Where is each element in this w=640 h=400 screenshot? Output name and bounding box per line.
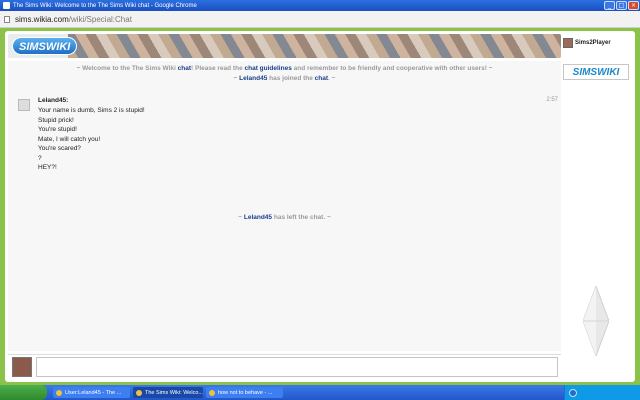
window-titlebar: The Sims Wiki: Welcome to the The Sims W… [0,0,640,11]
plumbob-icon [583,286,609,356]
my-avatar [12,357,32,377]
simswiki-logo[interactable]: SIMSWIKI [12,37,78,55]
sidebar-simswiki-logo[interactable]: SIMSWIKI [563,64,629,80]
taskbar-item[interactable]: User:Leland45 - The ... [53,387,130,398]
message-time: 2:57 [546,97,558,103]
join-notice: ~ Leland45 has joined the chat. ~ [8,75,561,82]
address-bar[interactable]: sims.wikia.com/wiki/Special:Chat [0,11,640,28]
system-tray [564,385,640,400]
chrome-icon [209,389,215,396]
message-lines: Your name is dumb, Sims 2 is stupid! Stu… [38,106,145,173]
wiki-header: SIMSWIKI [8,34,561,58]
leave-user-link[interactable]: Leland45 [244,214,272,221]
url-path: /wiki/Special:Chat [68,14,132,24]
welcome-notice: ~ Welcome to the The Sims Wiki chat! Ple… [8,65,561,72]
message-line: Stupid prick! [38,116,74,124]
close-button[interactable]: × [628,1,639,10]
url-host: sims.wikia.com [15,14,69,24]
message-input[interactable] [36,357,558,377]
welcome-text-1: ~ Welcome to the The Sims Wiki [76,65,178,72]
join-user-link[interactable]: Leland45 [239,75,267,82]
message-line: HEY?! [38,164,57,171]
taskbar-item-label: The Sims Wiki: Welco... [145,389,203,396]
join-chat-link[interactable]: chat [315,75,328,82]
chat-messages-area[interactable]: ~ Welcome to the The Sims Wiki chat! Ple… [8,61,561,351]
avatar[interactable] [18,99,30,111]
url-text[interactable]: sims.wikia.com/wiki/Special:Chat [15,15,132,24]
join-suffix: . ~ [328,75,336,82]
leave-text: has left the chat. ~ [272,214,331,221]
message-line: ? [38,154,42,162]
message-line: Your name is dumb, Sims 2 is stupid! [38,107,145,114]
join-text: has joined the [267,75,315,82]
window-title: The Sims Wiki: Welcome to the The Sims W… [13,2,197,9]
chrome-icon [136,389,142,396]
chrome-window-icon [3,2,10,9]
user-list-panel: Sims2Player SIMSWIKI [561,34,632,379]
chat-link[interactable]: chat [178,65,191,72]
welcome-text-2: ! Please read the [191,65,245,72]
welcome-text-3: and remember to be friendly and cooperat… [291,65,493,72]
chrome-icon [56,389,62,396]
taskbar-item-label: how not to behave - ... [218,389,273,396]
screen: The Sims Wiki: Welcome to the The Sims W… [0,0,640,400]
chat-window: SIMSWIKI ~ Welcome to the The Sims Wiki … [5,31,635,382]
maximize-button[interactable]: □ [616,1,627,10]
chat-guidelines-link[interactable]: chat guidelines [245,65,292,72]
message-line: You're scared? [38,145,81,152]
message-author[interactable]: Leland45: [38,97,68,104]
page-background: SIMSWIKI ~ Welcome to the The Sims Wiki … [0,28,640,385]
taskbar-item-label: User:Leland45 - The ... [65,389,122,396]
taskbar-item[interactable]: how not to behave - ... [206,387,283,398]
header-mosaic-image [68,34,561,58]
user-name: Sims2Player [575,40,611,46]
leave-notice: ~ Leland45 has left the chat. ~ [8,214,561,221]
minimize-button[interactable]: _ [604,1,615,10]
avatar [563,38,573,48]
message-line: You're stupid! [38,126,77,133]
start-button[interactable] [0,385,47,400]
message-line: Mate, I will catch you! [38,135,101,143]
taskbar-item-active[interactable]: The Sims Wiki: Welco... [133,387,203,398]
message-composer [8,354,561,378]
tray-icon[interactable] [569,388,577,397]
user-list-item[interactable]: Sims2Player [563,38,611,48]
page-icon [4,15,10,23]
taskbar: User:Leland45 - The ... The Sims Wiki: W… [0,385,640,400]
